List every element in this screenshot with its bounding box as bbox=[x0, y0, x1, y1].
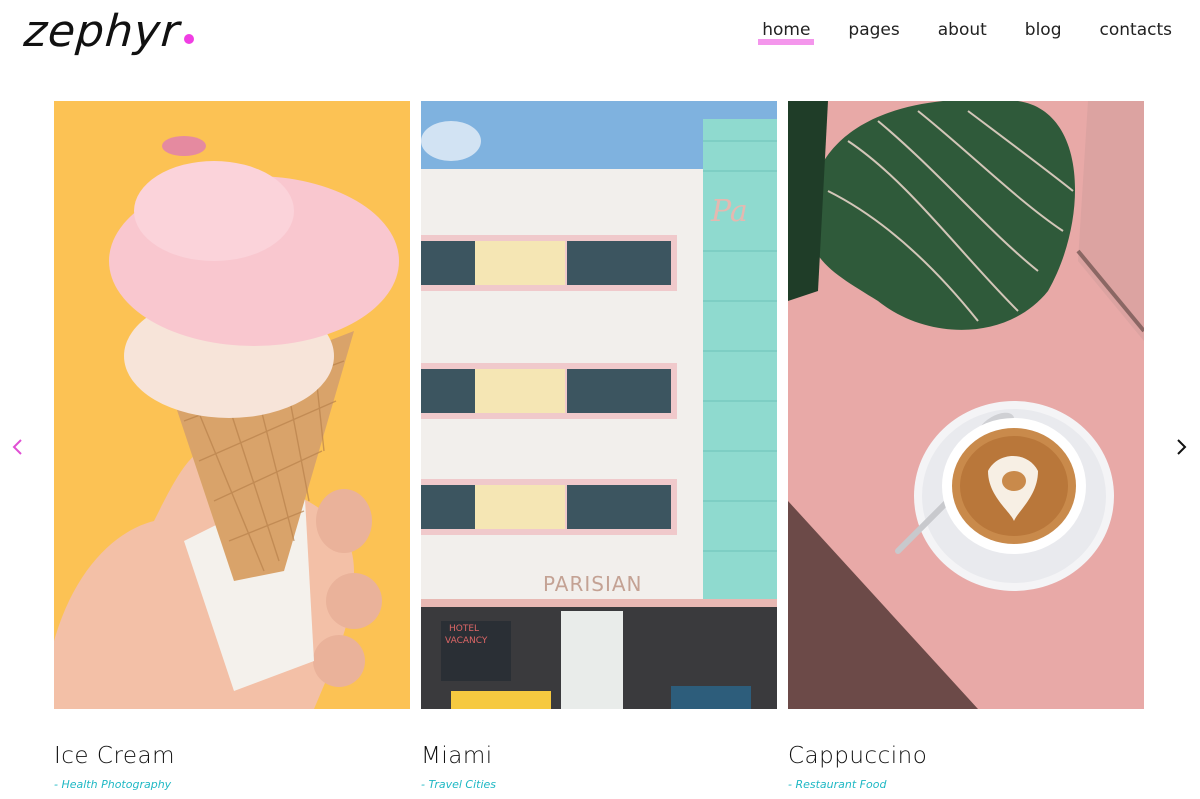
main-nav: home pages about blog contacts bbox=[724, 18, 1172, 45]
portfolio-card-cappuccino[interactable]: Cappuccino - Restaurant Food bbox=[788, 101, 1144, 793]
nav-item-home[interactable]: home bbox=[758, 18, 815, 45]
logo-text: zephyr bbox=[22, 6, 182, 57]
svg-text:PARISIAN: PARISIAN bbox=[543, 572, 643, 596]
ice-cream-cone-photo[interactable] bbox=[54, 101, 410, 709]
chevron-left-icon bbox=[12, 439, 22, 455]
cappuccino-cup-photo[interactable] bbox=[788, 101, 1144, 709]
card-title[interactable]: Miami bbox=[421, 741, 777, 771]
slider-prev-button[interactable] bbox=[9, 436, 27, 458]
nav-item-contacts[interactable]: contacts bbox=[1100, 18, 1172, 42]
portfolio-card-miami[interactable]: Pa PARISIAN HOTEL VACANCY Miami - Travel… bbox=[421, 101, 777, 793]
card-category[interactable]: - Health Photography bbox=[54, 777, 410, 793]
nav-item-pages[interactable]: pages bbox=[848, 18, 899, 42]
card-title[interactable]: Ice Cream bbox=[54, 741, 410, 771]
slider-next-button[interactable] bbox=[1172, 436, 1190, 458]
nav-item-about[interactable]: about bbox=[938, 18, 987, 42]
card-title[interactable]: Cappuccino bbox=[788, 741, 1144, 771]
chevron-right-icon bbox=[1177, 439, 1187, 455]
logo-dot-icon bbox=[184, 34, 195, 44]
svg-text:HOTEL: HOTEL bbox=[449, 624, 479, 634]
card-category[interactable]: - Restaurant Food bbox=[788, 777, 1144, 793]
card-category[interactable]: - Travel Cities bbox=[421, 777, 777, 793]
nav-item-blog[interactable]: blog bbox=[1025, 18, 1062, 42]
svg-text:VACANCY: VACANCY bbox=[445, 636, 488, 646]
svg-text:Pa: Pa bbox=[710, 194, 748, 229]
portfolio-card-ice-cream[interactable]: Ice Cream - Health Photography bbox=[54, 101, 410, 793]
site-logo[interactable]: zephyr bbox=[22, 6, 195, 68]
parisian-hotel-building-photo[interactable]: Pa PARISIAN HOTEL VACANCY bbox=[421, 101, 777, 709]
